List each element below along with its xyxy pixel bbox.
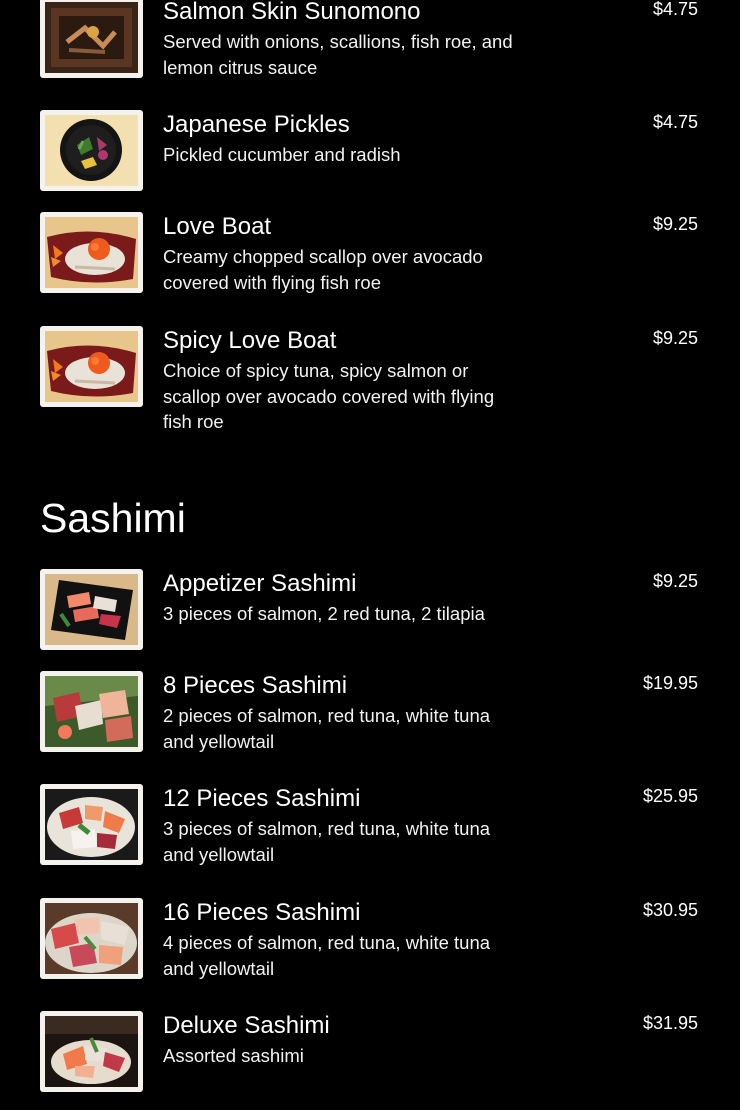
item-name: Salmon Skin Sunomono (163, 0, 421, 25)
16-pieces-sashimi-image (45, 903, 138, 974)
spicy-love-boat-image (45, 331, 138, 402)
item-price: $31.95 (642, 1013, 698, 1033)
love-boat-image (45, 217, 138, 288)
item-description: Creamy chopped scallop over avocado cove… (163, 246, 483, 293)
item-name: 16 Pieces Sashimi (163, 899, 361, 926)
deluxe-sashimi-photo (40, 1011, 143, 1092)
japanese-pickles-photo (40, 110, 143, 191)
item-description: 3 pieces of salmon, 2 red tuna, 2 tilapi… (163, 603, 485, 624)
16-pieces-sashimi-photo (40, 898, 143, 979)
item-name: Spicy Love Boat (163, 327, 337, 354)
salmon-skin-sunomono-image (45, 2, 138, 73)
item-price: $9.25 (652, 571, 698, 591)
item-name: Appetizer Sashimi (163, 570, 357, 597)
item-name: Love Boat (163, 213, 272, 240)
item-name: 12 Pieces Sashimi (163, 785, 361, 812)
japanese-pickles-image (45, 115, 138, 186)
item-price: $9.25 (652, 328, 698, 348)
item-description: 3 pieces of salmon, red tuna, white tuna… (163, 818, 491, 865)
item-price: $30.95 (642, 900, 698, 920)
item-description: Assorted sashimi (163, 1045, 304, 1066)
8-pieces-sashimi-photo (40, 671, 143, 752)
item-name: Japanese Pickles (163, 111, 350, 138)
love-boat-photo (40, 212, 143, 293)
12-pieces-sashimi-image (45, 789, 138, 860)
salmon-skin-sunomono-photo (40, 0, 143, 78)
item-description: 2 pieces of salmon, red tuna, white tuna… (163, 705, 491, 752)
spicy-love-boat-photo (40, 326, 143, 407)
12-pieces-sashimi-photo (40, 784, 143, 865)
item-price: $4.75 (652, 112, 698, 132)
item-price: $9.25 (652, 214, 698, 234)
8-pieces-sashimi-image (45, 676, 138, 747)
item-description: Pickled cucumber and radish (163, 144, 401, 165)
item-description: Choice of spicy tuna, spicy salmon or sc… (163, 360, 495, 432)
item-price: $25.95 (642, 786, 698, 806)
item-price: $19.95 (642, 673, 698, 693)
item-name: 8 Pieces Sashimi (163, 672, 348, 699)
appetizer-sashimi-photo (40, 569, 143, 650)
item-description: Served with onions, scallions, fish roe,… (163, 31, 513, 78)
section-title-sashimi: Sashimi (40, 495, 186, 541)
appetizer-sashimi-image (45, 574, 138, 645)
item-price: $4.75 (652, 0, 698, 19)
deluxe-sashimi-image (45, 1016, 138, 1087)
item-description: 4 pieces of salmon, red tuna, white tuna… (163, 932, 491, 979)
item-name: Deluxe Sashimi (163, 1012, 330, 1039)
